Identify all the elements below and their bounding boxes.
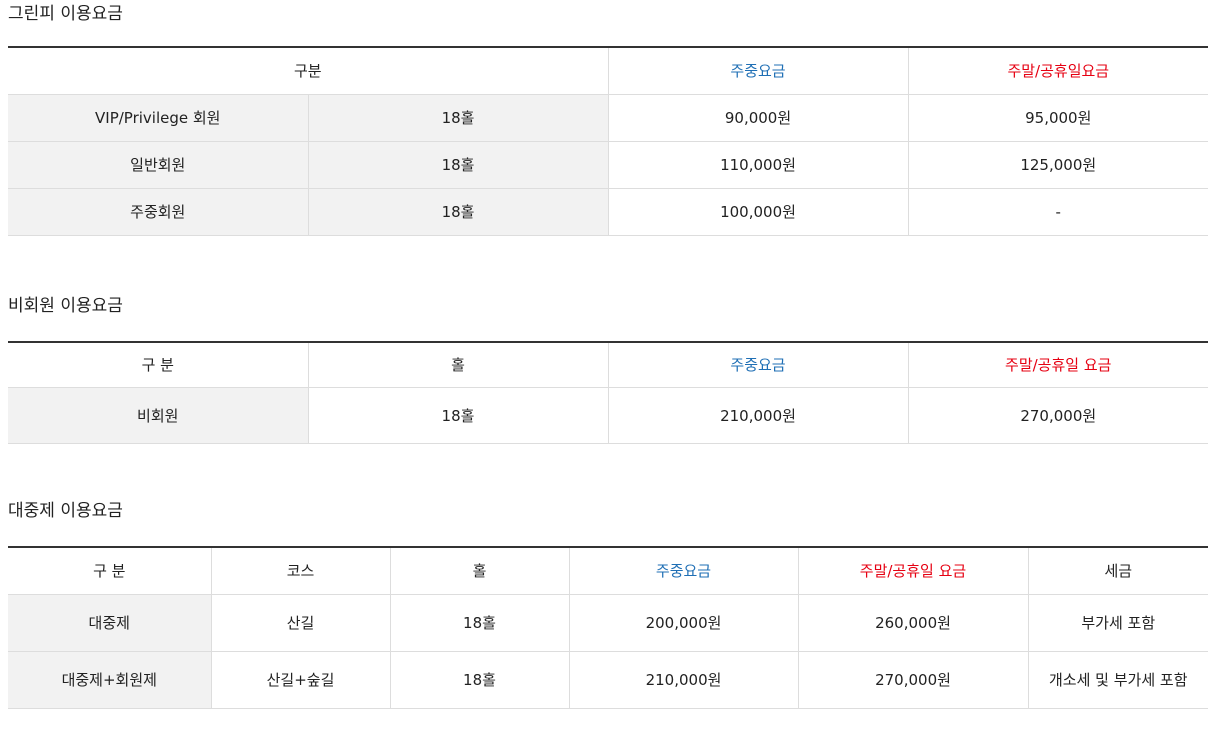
weekday-fee-cell: 210,000원	[607, 387, 908, 444]
greenfee-table: 구분 주중요금 주말/공휴일요금 VIP/Privilege 회원 18홀 90…	[8, 46, 1209, 236]
weekday-fee-cell: 100,000원	[607, 188, 909, 236]
weekend-fee-cell: 270,000원	[797, 651, 1028, 709]
header-weekend-fee: 주말/공휴일 요금	[797, 547, 1028, 595]
course-cell: 산길+숲길	[210, 651, 390, 709]
weekend-fee-cell: 260,000원	[797, 594, 1028, 652]
header-holes: 홀	[389, 547, 569, 595]
header-weekend-fee: 주말/공휴일요금	[907, 47, 1209, 95]
header-category: 구 분	[8, 341, 308, 388]
weekday-fee-cell: 200,000원	[568, 594, 798, 652]
member-type-cell: VIP/Privilege 회원	[8, 94, 308, 142]
holes-cell: 18홀	[389, 651, 569, 709]
header-weekday-fee: 주중요금	[607, 341, 908, 388]
table-row: VIP/Privilege 회원 18홀 90,000원 95,000원	[8, 94, 1209, 142]
table-header-row: 구분 주중요금 주말/공휴일요금	[8, 47, 1209, 95]
holes-cell: 18홀	[389, 594, 569, 652]
member-type-cell: 일반회원	[8, 141, 308, 189]
table-header-row: 구 분 홀 주중요금 주말/공휴일 요금	[8, 341, 1208, 388]
nonmember-section-title: 비회원 이용요금	[8, 295, 123, 316]
header-weekend-fee: 주말/공휴일 요금	[907, 341, 1208, 388]
weekend-fee-cell: -	[907, 188, 1209, 236]
weekend-fee-cell: 270,000원	[907, 387, 1208, 444]
holes-cell: 18홀	[307, 94, 609, 142]
header-category: 구 분	[8, 547, 211, 595]
weekend-fee-cell: 125,000원	[907, 141, 1209, 189]
public-section-title: 대중제 이용요금	[8, 501, 123, 521]
table-header-row: 구 분 코스 홀 주중요금 주말/공휴일 요금 세금	[8, 547, 1208, 595]
weekday-fee-cell: 210,000원	[568, 651, 798, 709]
nonmember-table: 구 분 홀 주중요금 주말/공휴일 요금 비회원 18홀 210,000원 27…	[8, 340, 1208, 444]
weekend-fee-cell: 95,000원	[907, 94, 1209, 142]
header-category: 구분	[8, 47, 609, 95]
tax-cell: 부가세 포함	[1027, 594, 1208, 652]
member-type-cell: 대중제+회원제	[8, 651, 211, 709]
table-row: 대중제+회원제 산길+숲길 18홀 210,000원 270,000원 개소세 …	[8, 651, 1208, 709]
header-course: 코스	[210, 547, 390, 595]
member-type-cell: 비회원	[8, 387, 308, 444]
course-cell: 산길	[210, 594, 390, 652]
table-row: 일반회원 18홀 110,000원 125,000원	[8, 141, 1209, 189]
public-table: 구 분 코스 홀 주중요금 주말/공휴일 요금 세금 대중제 산길 18홀 20…	[8, 546, 1208, 709]
holes-cell: 18홀	[307, 387, 608, 444]
holes-cell: 18홀	[307, 188, 609, 236]
member-type-cell: 대중제	[8, 594, 211, 652]
header-weekday-fee: 주중요금	[568, 547, 798, 595]
table-row: 비회원 18홀 210,000원 270,000원	[8, 387, 1208, 444]
weekday-fee-cell: 90,000원	[607, 94, 909, 142]
header-weekday-fee: 주중요금	[607, 47, 909, 95]
weekday-fee-cell: 110,000원	[607, 141, 909, 189]
tax-cell: 개소세 및 부가세 포함	[1027, 651, 1208, 709]
header-holes: 홀	[307, 341, 608, 388]
table-row: 주중회원 18홀 100,000원 -	[8, 188, 1209, 236]
holes-cell: 18홀	[307, 141, 609, 189]
greenfee-section-title: 그린피 이용요금	[8, 4, 123, 24]
table-row: 대중제 산길 18홀 200,000원 260,000원 부가세 포함	[8, 594, 1208, 652]
header-tax: 세금	[1027, 547, 1208, 595]
member-type-cell: 주중회원	[8, 188, 308, 236]
